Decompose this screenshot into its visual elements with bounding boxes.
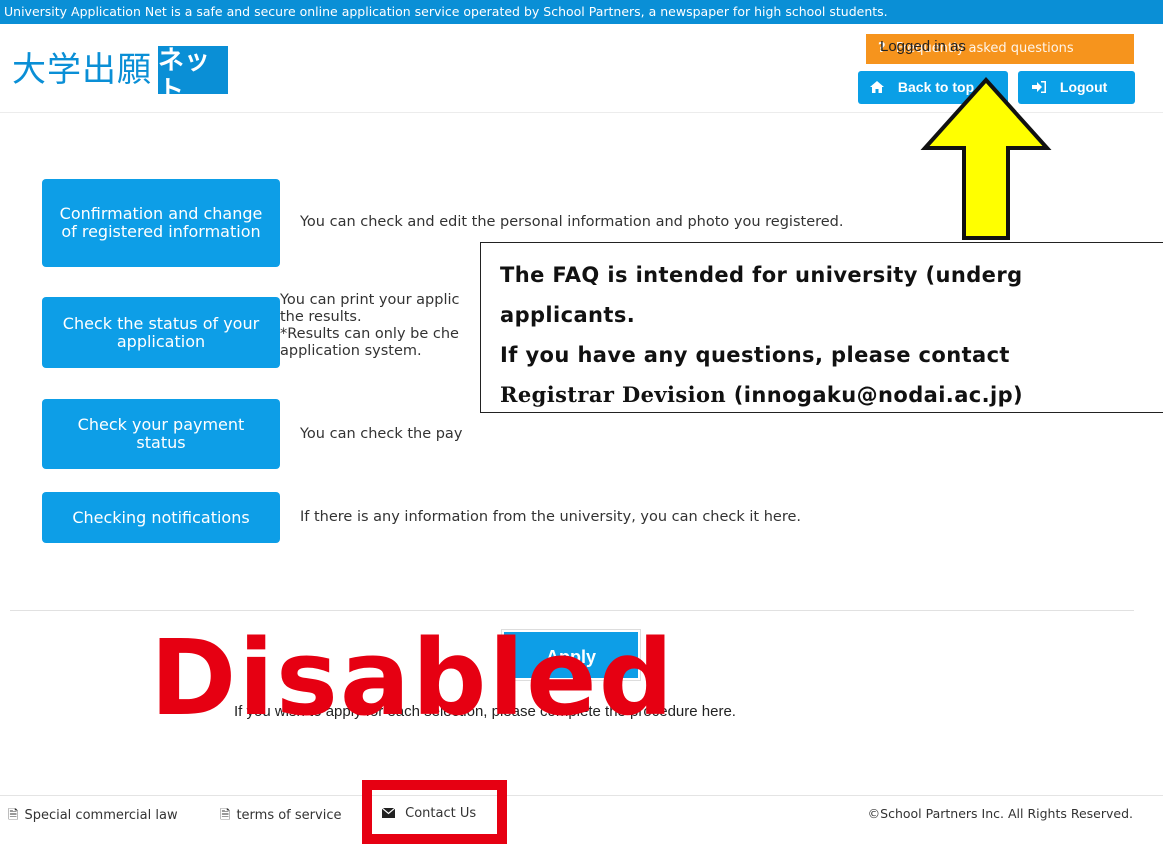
callout-email: (innogaku@nodai.ac.jp)	[726, 383, 1024, 407]
disabled-overlay: Disabled	[150, 617, 676, 739]
notifications-desc: If there is any information from the uni…	[300, 509, 801, 525]
application-status-desc-line: *Results can only be che	[280, 326, 459, 342]
home-icon	[870, 79, 888, 95]
logout-label: Logout	[1059, 79, 1108, 95]
contact-us-link[interactable]: Contact Us	[381, 806, 477, 821]
copyright-text: ©School Partners Inc. All Rights Reserve…	[867, 806, 1133, 821]
application-status-button[interactable]: Check the status of your application	[42, 297, 280, 368]
logo-main-text: 大学出願	[12, 50, 152, 90]
logo-badge-small: 高校生新聞	[168, 34, 218, 45]
document-icon: 🗎	[8, 808, 19, 823]
logo-badge: 高校生新聞 ネット	[158, 34, 228, 106]
site-footer: 🗎 Special commercial law 🗎 terms of servic…	[0, 795, 1163, 830]
registered-info-button[interactable]: Confirmation and change of registered in…	[42, 179, 280, 267]
service-info-text: University Application Net is a safe and…	[4, 4, 888, 19]
terms-of-service-label: terms of service	[236, 808, 342, 823]
callout-line: applicants.	[500, 303, 636, 327]
application-status-desc-line: the results.	[280, 309, 362, 325]
special-commercial-law-link[interactable]: 🗎 Special commercial law	[8, 806, 178, 828]
registered-info-label: Confirmation and change of registered in…	[59, 204, 263, 241]
application-status-label: Check the status of your application	[62, 313, 260, 351]
callout-line: The FAQ is intended for university (unde…	[500, 263, 1023, 287]
document-icon: 🗎	[220, 808, 231, 823]
envelope-icon	[381, 806, 399, 821]
notifications-button[interactable]: Checking notifications	[42, 492, 280, 543]
logged-in-indicator: Logged in as	[880, 38, 966, 55]
up-arrow-icon	[920, 77, 1052, 240]
terms-of-service-link[interactable]: 🗎 terms of service	[220, 806, 341, 828]
payment-status-desc: You can check the pay	[300, 426, 463, 442]
registered-info-desc: You can check and edit the personal info…	[300, 214, 844, 230]
logo-badge-big: ネット	[158, 46, 211, 106]
site-logo[interactable]: 大学出願 高校生新聞 ネット	[8, 34, 228, 106]
callout-registrar: Registrar Devision	[500, 382, 727, 407]
section-divider	[10, 610, 1134, 611]
payment-status-button[interactable]: Check your payment status	[42, 399, 280, 469]
application-status-desc: You can print your applic the results. *…	[280, 292, 459, 360]
notifications-label: Checking notifications	[72, 507, 250, 527]
callout-line: Registrar Devision (innogaku@nodai.ac.jp…	[500, 375, 1163, 412]
callout-line: If you have any questions, please contac…	[500, 343, 1010, 367]
payment-status-label: Check your payment status	[77, 415, 245, 452]
contact-us-label: Contact Us	[405, 806, 477, 821]
service-info-bar: University Application Net is a safe and…	[0, 0, 1163, 24]
special-commercial-law-label: Special commercial law	[24, 808, 178, 823]
application-status-desc-line: You can print your applic	[280, 292, 460, 308]
faq-callout: The FAQ is intended for university (unde…	[480, 242, 1163, 413]
application-status-desc-line: application system.	[280, 343, 422, 359]
